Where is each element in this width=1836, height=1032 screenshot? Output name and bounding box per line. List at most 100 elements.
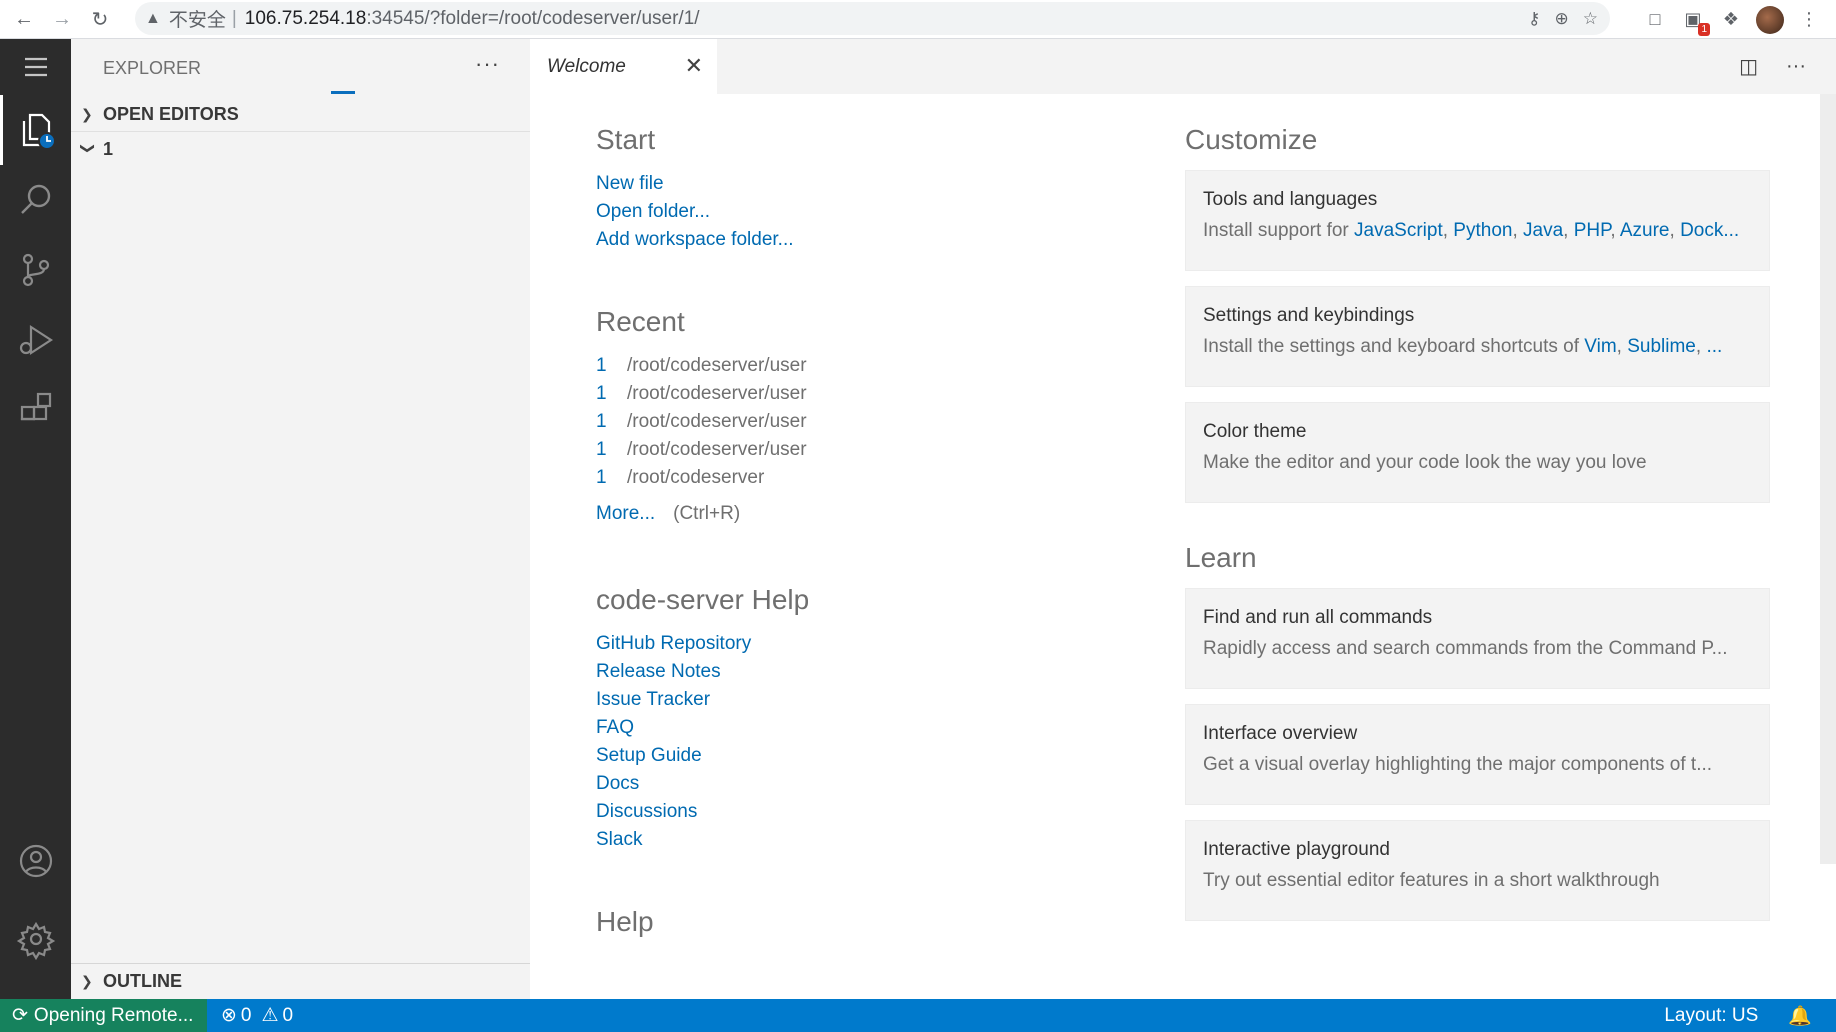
recent-item[interactable]: 1/root/codeserver/user (596, 352, 1116, 380)
release-notes-link[interactable]: Release Notes (596, 658, 1116, 686)
python-link[interactable]: Python (1453, 220, 1512, 241)
card-desc: Rapidly access and search commands from … (1203, 638, 1728, 659)
address-bar[interactable]: ▲ 不安全 | 106.75.254.18:34545/?folder=/roo… (135, 2, 1610, 35)
tab-welcome[interactable]: Welcome ✕ (530, 39, 717, 94)
recent-item[interactable]: 1/root/codeserver/user (596, 436, 1116, 464)
more-actions-icon[interactable]: ··· (1786, 55, 1806, 78)
keyboard-layout[interactable]: Layout: US (1664, 1005, 1758, 1027)
recent-heading: Recent (596, 306, 685, 337)
interactive-playground-card[interactable]: Interactive playground Try out essential… (1185, 820, 1770, 921)
vim-link[interactable]: Vim (1584, 336, 1616, 357)
avatar[interactable] (1756, 5, 1784, 34)
explorer-header: EXPLORER ··· (71, 39, 530, 97)
recent-item[interactable]: 1/root/codeserver (596, 464, 1116, 492)
bell-icon[interactable]: 🔔 (1788, 1004, 1812, 1028)
outline-section[interactable]: ❯ OUTLINE (71, 964, 530, 998)
open-folder-link[interactable]: Open folder... (596, 198, 1116, 226)
github-repository-link[interactable]: GitHub Repository (596, 630, 1116, 658)
explorer-sidebar: EXPLORER ··· ❯ OPEN EDITORS ❯ 1 ❯ OUTLIN… (71, 39, 530, 999)
back-icon[interactable]: ← (10, 5, 38, 33)
card-desc-prefix: Install support for (1203, 220, 1355, 241)
url-host: 106.75.254.18 (244, 7, 367, 29)
java-link[interactable]: Java (1523, 220, 1563, 241)
open-editors-label: OPEN EDITORS (103, 103, 239, 124)
more-recent-link[interactable]: More... (596, 503, 655, 524)
azure-link[interactable]: Azure (1620, 220, 1670, 241)
split-editor-icon[interactable]: ◫ (1739, 54, 1758, 79)
slack-link[interactable]: Slack (596, 826, 1116, 854)
docs-link[interactable]: Docs (596, 770, 1116, 798)
faq-link[interactable]: FAQ (596, 714, 1116, 742)
recent-name[interactable]: 1 (596, 408, 627, 436)
progress-indicator (331, 91, 355, 94)
error-count: 0 (240, 1004, 252, 1026)
star-icon[interactable]: ☆ (1583, 9, 1598, 29)
recent-item[interactable]: 1/root/codeserver/user (596, 380, 1116, 408)
card-desc: Install the settings and keyboard shortc… (1203, 336, 1723, 357)
explorer-title: EXPLORER (103, 57, 202, 78)
more-actions-icon[interactable]: ··· (475, 51, 500, 77)
editor-scrollbar[interactable] (1820, 94, 1836, 864)
find-commands-card[interactable]: Find and run all commands Rapidly access… (1185, 588, 1770, 689)
discussions-link[interactable]: Discussions (596, 798, 1116, 826)
recent-path: /root/codeserver/user (627, 439, 807, 460)
learn-heading: Learn (1185, 542, 1257, 573)
extension-badge-icon[interactable]: ▣ 1 (1680, 7, 1710, 36)
source-control-icon[interactable] (0, 240, 71, 300)
status-bar: ⟳ Opening Remote... ⊗ 0 ⚠ 0 Layout: US 🔔 (0, 999, 1836, 1032)
remote-label: Opening Remote... (33, 1004, 194, 1026)
problems-indicator[interactable]: ⊗ 0 ⚠ 0 (221, 1004, 293, 1027)
remote-indicator[interactable]: ⟳ Opening Remote... (0, 999, 207, 1032)
chevron-down-icon: ❯ (80, 142, 97, 154)
recent-path: /root/codeserver/user (627, 355, 807, 376)
recent-name[interactable]: 1 (596, 352, 627, 380)
settings-gear-icon[interactable] (0, 909, 71, 969)
start-heading: Start (596, 124, 656, 155)
insecure-label: 不安全 (168, 10, 226, 31)
zoom-icon[interactable]: ⊕ (1555, 9, 1569, 29)
docker-link[interactable]: Dock... (1680, 220, 1739, 241)
tools-languages-card[interactable]: Tools and languages Install support for … (1185, 170, 1770, 271)
explorer-icon[interactable] (0, 100, 71, 160)
sync-icon: ⟳ (12, 1005, 28, 1026)
php-link[interactable]: PHP (1574, 220, 1611, 241)
run-debug-icon[interactable] (0, 310, 71, 370)
new-file-link[interactable]: New file (596, 170, 1116, 198)
kebab-menu-icon[interactable]: ⋮ (1796, 7, 1822, 33)
tab-label: Welcome (547, 55, 626, 77)
color-theme-card[interactable]: Color theme Make the editor and your cod… (1185, 402, 1770, 503)
search-icon[interactable] (0, 170, 71, 230)
recent-name[interactable]: 1 (596, 380, 627, 408)
folder-section[interactable]: ❯ 1 (71, 132, 530, 166)
recent-path: /root/codeserver/user (627, 383, 807, 404)
extension-badge: 1 (1698, 22, 1710, 36)
puzzle-icon[interactable]: ❖ (1718, 7, 1744, 33)
reader-icon[interactable]: □ (1642, 7, 1668, 33)
issue-tracker-link[interactable]: Issue Tracker (596, 686, 1116, 714)
recent-name[interactable]: 1 (596, 436, 627, 464)
browser-toolbar: ← → ↻ ▲ 不安全 | 106.75.254.18:34545/?folde… (0, 0, 1836, 39)
extensions-icon[interactable] (0, 380, 71, 440)
activity-bar (0, 39, 71, 999)
interface-overview-card[interactable]: Interface overview Get a visual overlay … (1185, 704, 1770, 805)
key-icon[interactable]: ⚷ (1528, 9, 1540, 29)
javascript-link[interactable]: JavaScript (1354, 220, 1443, 241)
error-icon: ⊗ (221, 1005, 237, 1026)
account-icon[interactable] (0, 831, 71, 891)
menu-icon[interactable] (0, 39, 71, 95)
forward-icon[interactable]: → (48, 5, 76, 33)
close-icon[interactable]: ✕ (685, 53, 703, 79)
editor-tabs: Welcome ✕ ◫ ··· (530, 39, 1836, 94)
more-keymaps-link[interactable]: ... (1706, 336, 1722, 357)
sublime-link[interactable]: Sublime (1627, 336, 1696, 357)
reload-icon[interactable]: ↻ (86, 5, 114, 33)
settings-keybindings-card[interactable]: Settings and keybindings Install the set… (1185, 286, 1770, 387)
recent-item[interactable]: 1/root/codeserver/user (596, 408, 1116, 436)
card-title: Color theme (1203, 421, 1307, 442)
card-desc: Install support for JavaScript, Python, … (1203, 220, 1740, 241)
setup-guide-link[interactable]: Setup Guide (596, 742, 1116, 770)
add-workspace-folder-link[interactable]: Add workspace folder... (596, 226, 1116, 254)
recent-name[interactable]: 1 (596, 464, 627, 492)
card-title: Find and run all commands (1203, 607, 1433, 628)
open-editors-section[interactable]: ❯ OPEN EDITORS (71, 97, 530, 131)
